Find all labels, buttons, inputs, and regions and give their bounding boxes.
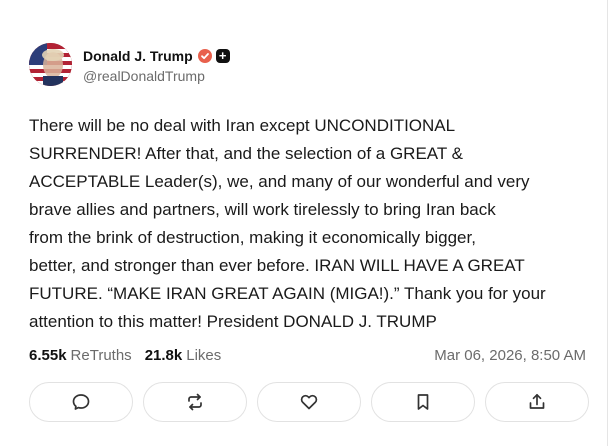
author-name-row: Donald J. Trump + [83, 46, 230, 66]
author-handle[interactable]: @realDonaldTrump [83, 68, 230, 84]
reply-button[interactable] [29, 382, 133, 422]
bookmark-button[interactable] [371, 382, 475, 422]
author-names: Donald J. Trump + @realDonaldTrump [83, 46, 230, 84]
verified-badge-icon [197, 48, 212, 63]
post-card: Donald J. Trump + @realDonaldTrump There… [0, 0, 608, 446]
author-display-name[interactable]: Donald J. Trump [83, 48, 193, 64]
post-timestamp[interactable]: Mar 06, 2026, 8:50 AM [434, 347, 586, 364]
action-bar [29, 382, 589, 422]
likes-label: Likes [186, 346, 222, 364]
post-header: Donald J. Trump + @realDonaldTrump [29, 43, 230, 86]
likes-count: 21.8k [144, 346, 183, 364]
retruths-count: 6.55k [29, 346, 67, 364]
comment-icon [72, 394, 90, 410]
avatar-image [29, 43, 72, 86]
retruths-stat[interactable]: 6.55k ReTruths [29, 347, 132, 364]
post-stats: 6.55k ReTruths 21.8k Likes Mar 06, 2026,… [29, 344, 586, 366]
repost-icon [188, 393, 202, 411]
plus-badge-icon: + [215, 48, 230, 63]
like-button[interactable] [257, 382, 361, 422]
post-text: There will be no deal with Iran except U… [29, 116, 546, 331]
heart-icon [300, 394, 318, 410]
retruths-label: ReTruths [70, 346, 132, 364]
retruth-button[interactable] [143, 382, 247, 422]
share-button[interactable] [485, 382, 589, 422]
avatar[interactable] [29, 43, 72, 86]
share-icon [529, 393, 545, 409]
likes-stat[interactable]: 21.8k Likes [145, 347, 222, 364]
bookmark-icon [417, 394, 429, 410]
